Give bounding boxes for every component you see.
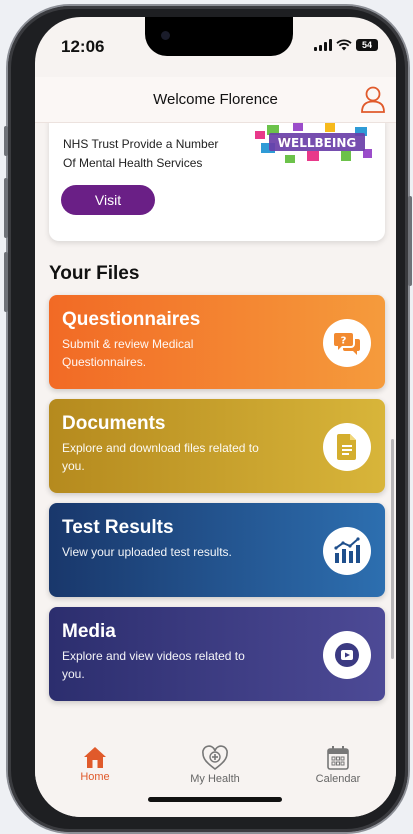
- scrollbar[interactable]: [391, 439, 394, 659]
- wifi-icon: [336, 39, 352, 51]
- tab-my-health-label: My Health: [190, 773, 240, 785]
- profile-icon[interactable]: [360, 85, 386, 113]
- card-desc: Explore and download files related to yo…: [62, 441, 259, 473]
- promo-card: NHS Trust Provide a Number Of Mental Hea…: [49, 123, 385, 241]
- app-screen: 12:06 54 Welcome Florence NHS Trust Prov…: [35, 17, 396, 817]
- status-bar: 12:06 54: [35, 17, 396, 77]
- home-indicator: [148, 797, 282, 802]
- promo-text: NHS Trust Provide a Number Of Mental Hea…: [63, 135, 243, 173]
- content-scroll[interactable]: NHS Trust Provide a Number Of Mental Hea…: [35, 123, 396, 727]
- svg-text:?: ?: [341, 336, 347, 347]
- visit-button[interactable]: Visit: [61, 185, 155, 215]
- play-icon: [323, 631, 371, 679]
- documents-card[interactable]: Documents Explore and download files rel…: [49, 399, 385, 493]
- power-button: [408, 196, 412, 286]
- calendar-icon: [327, 746, 349, 770]
- tab-calendar[interactable]: Calendar: [298, 745, 378, 785]
- heart-plus-icon: [202, 745, 228, 771]
- signal-icon: [314, 39, 332, 51]
- tab-bar: Home My Health Calendar: [35, 727, 396, 817]
- promo-line-2: Of Mental Health Services: [63, 156, 203, 170]
- section-title: Your Files: [49, 263, 140, 284]
- page-title: Welcome Florence: [153, 91, 278, 108]
- camera-icon: [161, 31, 170, 40]
- app-header: Welcome Florence: [35, 77, 396, 123]
- chat-question-icon: ?: [323, 319, 371, 367]
- questionnaires-card[interactable]: Questionnaires Submit & review Medical Q…: [49, 295, 385, 389]
- wellbeing-banner: WELLBEING: [255, 123, 372, 163]
- card-title: Media: [62, 621, 116, 642]
- notch: [145, 17, 293, 56]
- test-results-card[interactable]: Test Results View your uploaded test res…: [49, 503, 385, 597]
- status-icons: 54: [314, 39, 378, 51]
- promo-line-1: NHS Trust Provide a Number: [63, 137, 219, 151]
- mute-switch: [4, 126, 8, 156]
- tab-my-health[interactable]: My Health: [175, 745, 255, 785]
- status-time: 12:06: [61, 37, 105, 56]
- media-card[interactable]: Media Explore and view videos related to…: [49, 607, 385, 701]
- banner-text: WELLBEING: [278, 136, 356, 150]
- card-title: Questionnaires: [62, 309, 201, 330]
- card-desc: Submit & review Medical Questionnaires.: [62, 337, 194, 369]
- tab-home[interactable]: Home: [55, 745, 135, 783]
- document-icon: [323, 423, 371, 471]
- tab-home-label: Home: [80, 771, 110, 783]
- battery-icon: 54: [356, 39, 378, 51]
- card-title: Test Results: [62, 517, 174, 538]
- card-desc: Explore and view videos related to you.: [62, 649, 245, 681]
- volume-up-button: [4, 178, 8, 238]
- volume-down-button: [4, 252, 8, 312]
- card-desc: View your uploaded test results.: [62, 545, 232, 559]
- tab-calendar-label: Calendar: [315, 773, 361, 785]
- bar-chart-icon: [323, 527, 371, 575]
- home-icon: [84, 747, 106, 768]
- card-title: Documents: [62, 413, 166, 434]
